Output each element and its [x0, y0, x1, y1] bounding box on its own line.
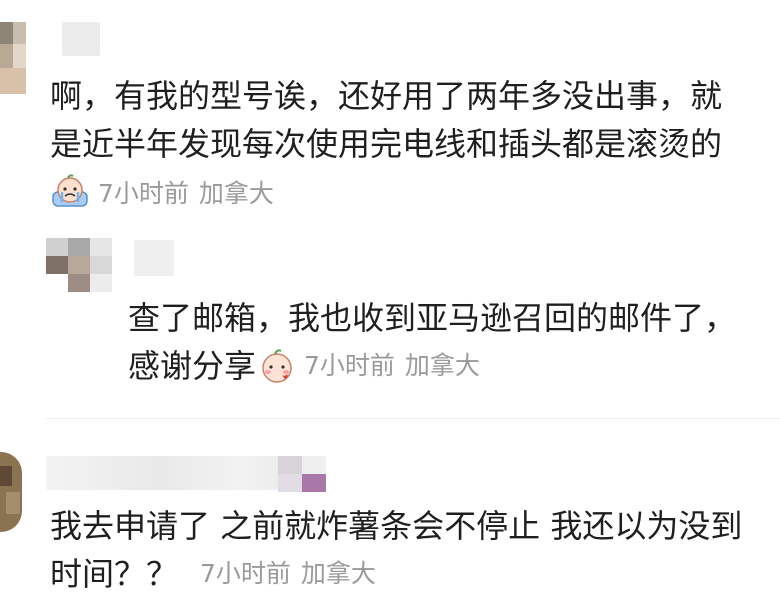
username-blurred[interactable] — [134, 240, 174, 276]
timestamp: 7小时前 — [200, 559, 291, 588]
location: 加拿大 — [198, 179, 274, 208]
badge-blurred — [278, 456, 326, 492]
reply-text: 查了邮箱，我也收到亚马逊召回的邮件了， 感谢分享 7小时前 加拿大 — [128, 299, 737, 385]
location: 加拿大 — [404, 351, 480, 380]
comment-meta: 7小时前 加拿大 — [50, 174, 284, 210]
blushing-face-sticker — [262, 349, 292, 383]
location: 加拿大 — [300, 559, 376, 588]
timestamp: 7小时前 — [304, 351, 395, 380]
timestamp: 7小时前 — [98, 179, 189, 208]
crying-face-sticker — [52, 174, 88, 207]
comment-text: 啊，有我的型号诶，还好用了两年多没出事，就 是近半年发现每次使用完电线和插头都是… — [50, 77, 723, 163]
divider — [46, 418, 780, 419]
avatar[interactable] — [0, 452, 22, 532]
avatar[interactable] — [0, 22, 26, 94]
avatar[interactable] — [46, 238, 112, 292]
comment-text: 我去申请了 之前就炸薯条会不停止 我还以为没到 时间？？ 7小时前 加拿大 — [50, 507, 743, 593]
username-blurred[interactable] — [62, 22, 100, 56]
